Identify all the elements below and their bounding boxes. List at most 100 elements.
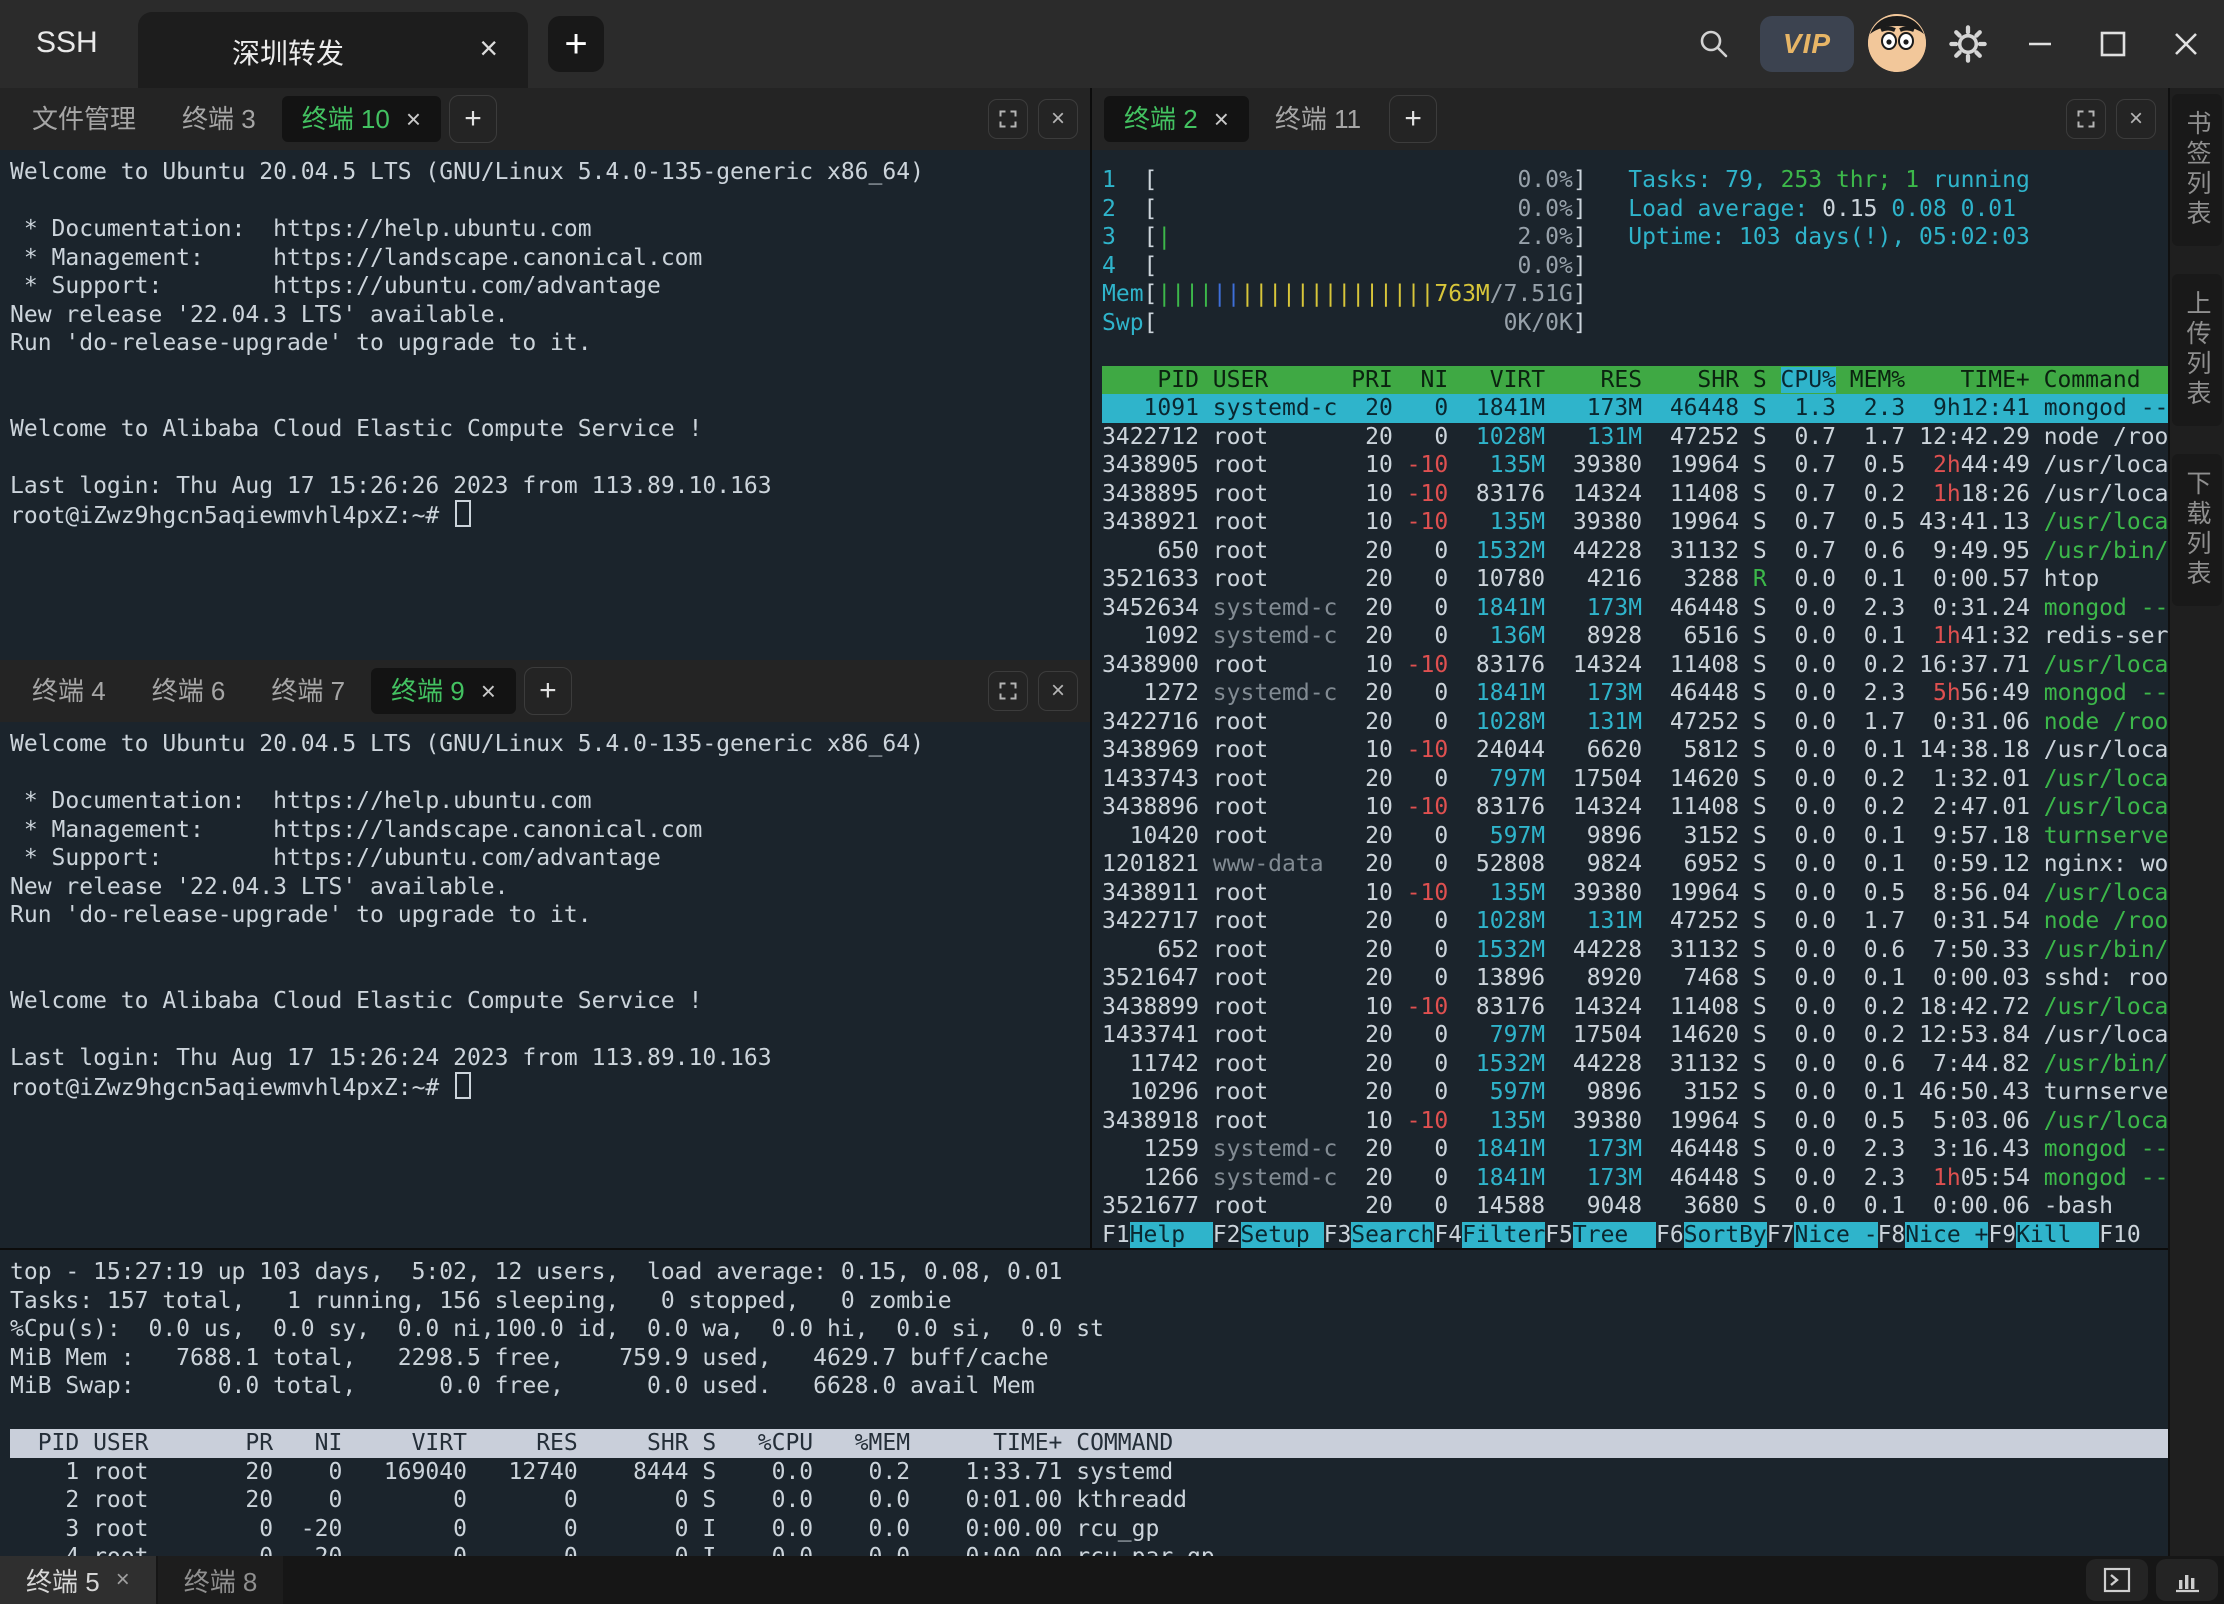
- top-left-tab[interactable]: 终端 3: [162, 96, 276, 142]
- new-session-button[interactable]: +: [548, 16, 604, 72]
- terminal-line: * Documentation: https://help.ubuntu.com: [10, 215, 1090, 244]
- maximize-icon: [2098, 29, 2128, 59]
- terminal-line: [10, 358, 1090, 387]
- top-table-row: 3 root 0 -20 0 0 0 I 0.0 0.0 0:00.00 rcu…: [10, 1515, 2168, 1544]
- htop-row: 10420 root 20 0 597M 9896 3152 S 0.0 0.1…: [1102, 822, 2168, 851]
- htop-row: 3422712 root 20 0 1028M 131M 47252 S 0.7…: [1102, 423, 2168, 452]
- terminal-bottom-left[interactable]: Welcome to Ubuntu 20.04.5 LTS (GNU/Linux…: [0, 722, 1090, 1248]
- right-tab[interactable]: 终端 2×: [1104, 96, 1249, 142]
- top-output-line: MiB Swap: 0.0 total, 0.0 free, 0.0 used.…: [10, 1372, 2168, 1401]
- terminal-line: Last login: Thu Aug 17 15:26:24 2023 fro…: [10, 1044, 1090, 1073]
- htop-row: 1259 systemd-c 20 0 1841M 173M 46448 S 0…: [1102, 1135, 2168, 1164]
- pane-top-left: 文件管理终端 3终端 10× + × Welcome to Ubuntu 20.…: [0, 88, 1090, 660]
- session-tab-close-icon[interactable]: ×: [479, 30, 498, 67]
- tab-label: 终端 6: [152, 668, 226, 714]
- terminal-cursor: [455, 500, 471, 527]
- sidebar-button[interactable]: 书签列表: [2172, 94, 2222, 246]
- right-tabstrip: 终端 2×终端 11 + ×: [1092, 88, 2168, 150]
- bar-chart-icon: [2172, 1566, 2202, 1594]
- monitor-button[interactable]: [2156, 1559, 2218, 1601]
- vip-badge[interactable]: VIP: [1760, 16, 1854, 72]
- close-window-button[interactable]: [2164, 22, 2208, 66]
- terminal-line: root@iZwz9hgcn5aqiewmvhl4pxZ:~#: [10, 500, 1090, 531]
- htop-row: 3438918 root 10 -10 135M 39380 19964 S 0…: [1102, 1107, 2168, 1136]
- terminal-line: Welcome to Ubuntu 20.04.5 LTS (GNU/Linux…: [10, 730, 1090, 759]
- pane-divider[interactable]: [1090, 88, 1092, 1248]
- bottom-left-expand-button[interactable]: [988, 671, 1028, 711]
- htop-meter-line: 2 [ 0.0%] Load average: 0.15 0.08 0.01: [1102, 195, 2168, 224]
- htop-row: 3438895 root 10 -10 83176 14324 11408 S …: [1102, 480, 2168, 509]
- htop-meter-line: Swp[ 0K/0K]: [1102, 309, 2168, 338]
- top-left-new-tab-button[interactable]: +: [449, 95, 497, 143]
- htop-row: 3438905 root 10 -10 135M 39380 19964 S 0…: [1102, 451, 2168, 480]
- top-left-tabs: 文件管理终端 3终端 10×: [12, 96, 441, 142]
- terminal-line: Run 'do-release-upgrade' to upgrade to i…: [10, 329, 1090, 358]
- terminal-line: * Support: https://ubuntu.com/advantage: [10, 272, 1090, 301]
- pane-bottom-left: 终端 4 终端 6 终端 7 终端 9× + × Welcome to Ubuntu …: [0, 660, 1090, 1248]
- right-tabs: 终端 2×终端 11: [1104, 96, 1381, 142]
- top-output-line: top - 15:27:19 up 103 days, 5:02, 12 use…: [10, 1258, 2168, 1287]
- htop-row: 1433743 root 20 0 797M 17504 14620 S 0.0…: [1102, 765, 2168, 794]
- tab-label: 终端 7: [271, 668, 345, 714]
- bottom-left-tabstrip: 终端 4 终端 6 终端 7 终端 9× + ×: [0, 660, 1090, 722]
- bottom-left-tab[interactable]: 终端 9×: [371, 668, 516, 714]
- bottom-bar-tab[interactable]: 终端 5×: [0, 1556, 156, 1604]
- bottom-left-new-tab-button[interactable]: +: [524, 667, 572, 715]
- minimize-icon: [2025, 29, 2055, 59]
- htop-row: 3521633 root 20 0 10780 4216 3288 R 0.0 …: [1102, 565, 2168, 594]
- top-table-header: PID USER PR NI VIRT RES SHR S %CPU %MEM …: [10, 1429, 2168, 1458]
- right-close-pane-button[interactable]: ×: [2116, 99, 2156, 139]
- avatar[interactable]: [1868, 14, 1926, 72]
- htop-row: 10296 root 20 0 597M 9896 3152 S 0.0 0.1…: [1102, 1078, 2168, 1107]
- bottom-tab-bar: 终端 5× 终端 8: [0, 1556, 2224, 1604]
- terminal-top-left[interactable]: Welcome to Ubuntu 20.04.5 LTS (GNU/Linux…: [0, 150, 1090, 660]
- top-left-tab[interactable]: 终端 10×: [282, 96, 441, 142]
- bottom-left-tab[interactable]: 终端 6: [132, 668, 246, 714]
- terminal-line: Welcome to Alibaba Cloud Elastic Compute…: [10, 987, 1090, 1016]
- sidebar-button[interactable]: 下载列表: [2172, 454, 2222, 606]
- bottom-left-close-pane-button[interactable]: ×: [1038, 671, 1078, 711]
- settings-button[interactable]: [1946, 22, 1990, 66]
- avatar-image: [1868, 14, 1926, 72]
- htop-table-header[interactable]: PID USER PRI NI VIRT RES SHR S CPU% MEM%…: [1102, 366, 2168, 395]
- htop-row: 1433741 root 20 0 797M 17504 14620 S 0.0…: [1102, 1021, 2168, 1050]
- top-left-expand-button[interactable]: [988, 99, 1028, 139]
- search-button[interactable]: [1692, 22, 1736, 66]
- top-left-tab[interactable]: 文件管理: [12, 96, 156, 142]
- terminal-icon: [2102, 1566, 2132, 1594]
- right-expand-button[interactable]: [2066, 99, 2106, 139]
- htop-row: 3438900 root 10 -10 83176 14324 11408 S …: [1102, 651, 2168, 680]
- tab-close-icon[interactable]: ×: [481, 668, 496, 714]
- htop-row: 1272 systemd-c 20 0 1841M 173M 46448 S 0…: [1102, 679, 2168, 708]
- minimize-button[interactable]: [2018, 22, 2062, 66]
- terminal-cursor: [455, 1072, 471, 1099]
- sidebar-button[interactable]: 上传列表: [2172, 274, 2222, 426]
- htop-row: 1201821 www-data 20 0 52808 9824 6952 S …: [1102, 850, 2168, 879]
- top-left-close-pane-button[interactable]: ×: [1038, 99, 1078, 139]
- terminal-top-command[interactable]: top - 15:27:19 up 103 days, 5:02, 12 use…: [0, 1250, 2168, 1556]
- pane-right: 终端 2×终端 11 + × 1 [ 0.0%] Tasks: 79, 253 …: [1092, 88, 2168, 1248]
- maximize-button[interactable]: [2091, 22, 2135, 66]
- pane-bottom: top - 15:27:19 up 103 days, 5:02, 12 use…: [0, 1248, 2168, 1558]
- tab-label: 终端 8: [184, 1562, 258, 1599]
- bottom-left-tab[interactable]: 终端 4: [12, 668, 126, 714]
- session-tab-shenzhen[interactable]: 深圳转发 ×: [138, 12, 528, 88]
- right-tab[interactable]: 终端 11: [1255, 96, 1381, 142]
- right-new-tab-button[interactable]: +: [1389, 95, 1437, 143]
- terminal-line: Welcome to Alibaba Cloud Elastic Compute…: [10, 415, 1090, 444]
- session-tab-label: 深圳转发: [138, 32, 438, 72]
- expand-icon: [2076, 109, 2096, 129]
- terminal-htop[interactable]: 1 [ 0.0%] Tasks: 79, 253 thr; 1 running2…: [1092, 150, 2168, 1248]
- terminal-line: Welcome to Ubuntu 20.04.5 LTS (GNU/Linux…: [10, 158, 1090, 187]
- terminal-line: * Support: https://ubuntu.com/advantage: [10, 844, 1090, 873]
- bottom-bar-tab[interactable]: 终端 8: [158, 1556, 284, 1604]
- open-terminal-button[interactable]: [2086, 1559, 2148, 1601]
- htop-function-key-bar[interactable]: F1Help F2Setup F3SearchF4FilterF5Tree F6…: [1102, 1221, 2168, 1249]
- tab-close-icon[interactable]: ×: [406, 96, 421, 142]
- bottom-left-tab[interactable]: 终端 7: [251, 668, 365, 714]
- htop-row: 3438896 root 10 -10 83176 14324 11408 S …: [1102, 793, 2168, 822]
- htop-row: 3422716 root 20 0 1028M 131M 47252 S 0.0…: [1102, 708, 2168, 737]
- ssh-client-window: SSH 深圳转发 × + VIP: [0, 0, 2224, 1604]
- tab-close-icon[interactable]: ×: [1214, 96, 1229, 142]
- tab-close-icon[interactable]: ×: [116, 1566, 130, 1594]
